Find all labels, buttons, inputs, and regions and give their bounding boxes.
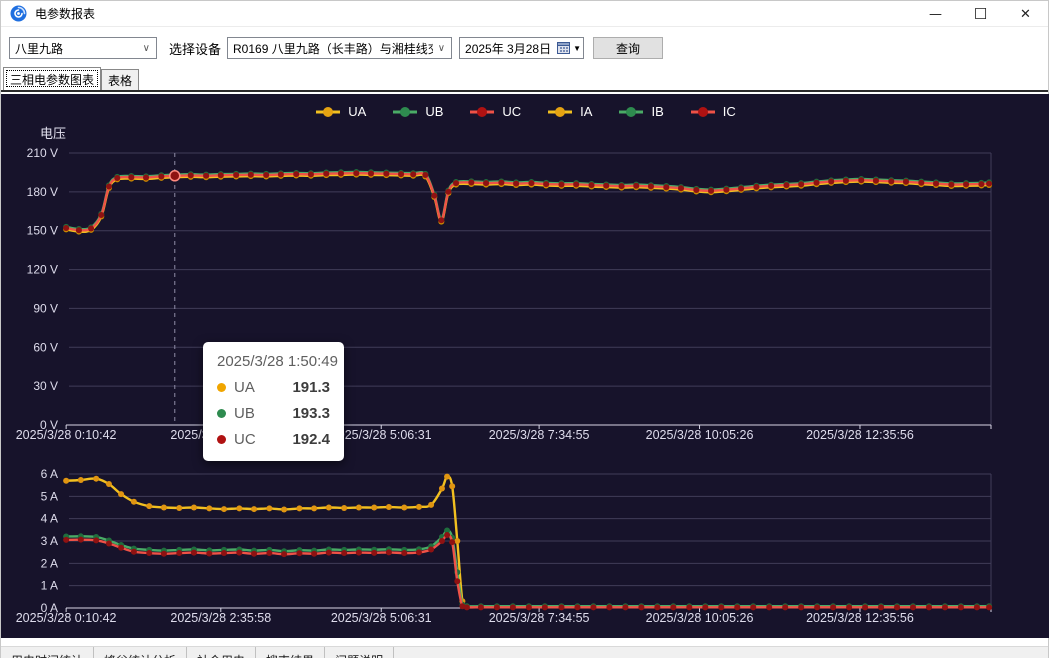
tooltip-series-value: 192.4	[292, 431, 330, 448]
chevron-down-icon: ∨	[143, 43, 150, 54]
app-window: 电参数报表 — ☐ ✕ 八里九路 ∨ 选择设备 R0169 八里九路（长丰路）与…	[0, 0, 1049, 658]
title-bar: 电参数报表 — ☐ ✕	[1, 1, 1048, 27]
close-button[interactable]: ✕	[1003, 1, 1048, 27]
tooltip-series-value: 193.3	[292, 405, 330, 422]
y-axis-tick-label: 180 V	[27, 185, 58, 199]
date-dropdown-arrow-icon: ▼	[573, 44, 581, 53]
background-tab-bar: 用电时间统计峰谷统计分析社会用电搜索结果问题说明	[1, 646, 1048, 658]
x-axis-tick-label: 2025/3/28 2:35:58	[170, 611, 271, 625]
app-logo-icon	[10, 5, 27, 22]
x-axis-tick-label: 2025/3/28 7:34:55	[489, 428, 590, 442]
window-controls: — ☐ ✕	[913, 1, 1048, 27]
toolbar: 八里九路 ∨ 选择设备 R0169 八里九路（长丰路）与湘桂线交 ∨ 2025年…	[1, 28, 1048, 68]
background-tab[interactable]: 用电时间统计	[1, 647, 94, 658]
y-axis-tick-label: 120 V	[27, 263, 58, 277]
x-axis-tick-label: 2025/3/28 0:10:42	[16, 611, 117, 625]
y-axis-tick-label: 3 A	[41, 534, 58, 548]
minimize-button[interactable]: —	[913, 1, 958, 27]
y-axis-tick-label: 2 A	[41, 556, 58, 570]
y-axis-tick-label: 90 V	[33, 301, 58, 315]
y-axis-tick-label: 6 A	[41, 467, 58, 481]
tooltip-series-label: UA	[234, 379, 255, 396]
background-tab[interactable]: 社会用电	[187, 647, 256, 658]
series-dot-icon	[217, 383, 226, 392]
x-axis-tick-label: 2025/3/28 12:35:56	[806, 428, 914, 442]
tab-chart[interactable]: 三相电参数图表	[3, 67, 101, 90]
tooltip-timestamp: 2025/3/28 1:50:49	[217, 353, 330, 370]
y-axis-tick-label: 1 A	[41, 579, 58, 593]
tooltip-series-value: 191.3	[292, 379, 330, 396]
tooltip-series-label: UB	[234, 405, 255, 422]
voltage-current-charts[interactable]: 0 V30 V60 V90 V120 V150 V180 V210 V2025/…	[1, 94, 1049, 638]
x-axis-tick-label: 2025/3/28 7:34:55	[489, 611, 590, 625]
maximize-button[interactable]: ☐	[958, 1, 1003, 27]
tooltip-row-ub: UB 193.3	[217, 405, 330, 422]
x-axis-tick-label: 2025/3/28 0:10:42	[16, 428, 117, 442]
y-axis-tick-label: 60 V	[33, 340, 58, 354]
window-title: 电参数报表	[35, 5, 95, 22]
x-axis-tick-label: 2025/3/28 5:06:31	[331, 611, 432, 625]
background-tab[interactable]: 搜索结果	[256, 647, 325, 658]
series-line-ib	[66, 530, 989, 606]
area-select[interactable]: 八里九路 ∨	[9, 37, 157, 59]
x-axis-tick-label: 2025/3/28 5:06:31	[331, 428, 432, 442]
y-axis-tick-label: 30 V	[33, 379, 58, 393]
y-axis-tick-label: 4 A	[41, 512, 58, 526]
calendar-icon	[557, 42, 570, 54]
x-axis-tick-label: 2025/3/28 10:05:26	[646, 611, 754, 625]
tab-strip: 三相电参数图表 表格	[1, 68, 1048, 92]
device-label: 选择设备	[169, 39, 221, 58]
area-select-value: 八里九路	[15, 40, 63, 57]
tooltip-row-uc: UC 192.4	[217, 431, 330, 448]
device-select-value: R0169 八里九路（长丰路）与湘桂线交	[233, 40, 433, 57]
chart-tooltip: 2025/3/28 1:50:49 UA 191.3 UB 193.3 UC 1…	[203, 342, 344, 461]
tooltip-series-label: UC	[234, 431, 256, 448]
device-select[interactable]: R0169 八里九路（长丰路）与湘桂线交 ∨	[227, 37, 452, 59]
y-axis-tick-label: 5 A	[41, 489, 58, 503]
series-dot-icon	[217, 435, 226, 444]
x-axis-tick-label: 2025/3/28 10:05:26	[646, 428, 754, 442]
date-picker-value: 2025年 3月28日	[465, 40, 551, 57]
date-picker[interactable]: 2025年 3月28日 ▼	[459, 37, 584, 59]
series-dot-icon	[217, 409, 226, 418]
y-axis-tick-label: 210 V	[27, 146, 58, 160]
x-axis-tick-label: 2025/3/28 12:35:56	[806, 611, 914, 625]
background-tab[interactable]: 峰谷统计分析	[94, 647, 187, 658]
series-line-ic	[66, 535, 989, 607]
chart-panel: UA UB UC IA IB IC 电压 0 V30 V60 V90 V120 …	[1, 94, 1049, 638]
chevron-down-icon: ∨	[438, 43, 445, 54]
background-tab[interactable]: 问题说明	[325, 647, 394, 658]
bottom-strip	[1, 638, 1048, 646]
y-axis-tick-label: 150 V	[27, 224, 58, 238]
tooltip-row-ua: UA 191.3	[217, 379, 330, 396]
tab-table[interactable]: 表格	[101, 69, 139, 90]
query-button[interactable]: 查询	[593, 37, 663, 59]
